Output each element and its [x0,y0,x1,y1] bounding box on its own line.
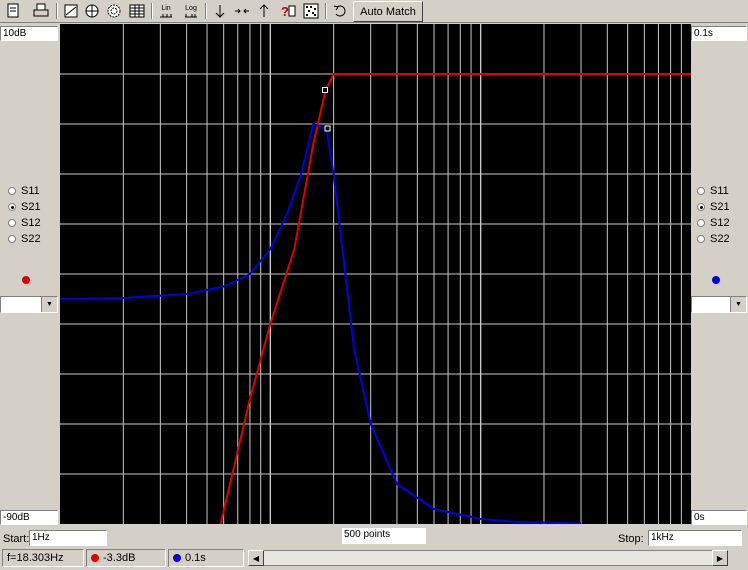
left-radio-s11-label: S11 [21,185,40,197]
right-radio-s22[interactable]: S22 [697,232,730,246]
status-delay: 0.1s [168,549,244,567]
arrow-down-icon[interactable] [211,2,229,20]
print-icon[interactable] [32,2,50,20]
right-radio-s12[interactable]: S12 [697,216,730,230]
log-label: Log [185,4,197,12]
magnitude-dot [91,554,99,562]
start-frequency-field[interactable]: 1Hz [29,530,107,546]
log-scale-icon[interactable]: Log [182,2,200,20]
left-axis-min-field[interactable]: -90dB [0,510,58,525]
linear-scale-icon[interactable]: Lin [157,2,175,20]
right-radio-s22-label: S22 [710,233,730,245]
undo-icon[interactable] [331,2,349,20]
noise-icon[interactable] [302,2,320,20]
right-radio-s11-label: S11 [710,185,729,197]
delay-dot [173,554,181,562]
marker-1[interactable] [322,87,329,93]
help-icon[interactable]: ? [279,2,297,20]
horizontal-scrollbar[interactable]: ◀ ▶ [248,550,728,566]
stop-frequency-field[interactable]: 1kHz [648,530,742,546]
svg-text:?: ? [281,4,289,19]
compress-icon[interactable] [233,2,251,20]
print-preview-icon[interactable] [4,2,22,20]
right-axis-max-field[interactable]: 0.1s [691,26,747,41]
scroll-left-icon[interactable]: ◀ [248,550,264,566]
points-field[interactable]: 500 points [342,528,426,544]
toolbar: Lin Log ? Auto Match [0,0,748,23]
right-axis-min-field[interactable]: 0s [691,510,747,525]
scroll-right-icon[interactable]: ▶ [712,550,728,566]
status-magnitude: -3.3dB [86,549,166,567]
lin-label: Lin [161,4,171,12]
chevron-down-icon[interactable]: ▼ [41,297,57,312]
chevron-down-icon[interactable]: ▼ [730,297,746,312]
left-radio-s21[interactable]: S21 [8,200,41,214]
left-radio-s12[interactable]: S12 [8,216,41,230]
status-magnitude-value: -3.3dB [103,552,136,564]
start-label: Start: [3,533,30,545]
status-frequency: f=18.303Hz [2,549,84,567]
left-axis-max-field[interactable]: 10dB [0,26,58,41]
smith-chart-icon[interactable] [62,2,80,20]
frequency-bar: Start: 1Hz 500 points Stop: 1kHz [0,528,748,548]
table-icon[interactable] [128,2,146,20]
auto-match-button[interactable]: Auto Match [353,1,423,22]
left-trace-color-dot [22,276,30,284]
status-delay-value: 0.1s [185,552,206,564]
arrow-up-icon[interactable] [255,2,273,20]
left-radio-s22[interactable]: S22 [8,232,41,246]
polar-chart-icon[interactable] [83,2,101,20]
left-radio-s21-label: S21 [21,201,41,213]
left-radio-s22-label: S22 [21,233,41,245]
right-radio-s11[interactable]: S11 [697,184,729,198]
response-chart[interactable] [59,24,691,525]
plot-area[interactable] [59,24,691,525]
right-trace-color-dot [712,276,720,284]
right-radio-s21[interactable]: S21 [697,200,730,214]
right-panel: 0.1s S11 S21 S12 S22 ▼ 0s [691,24,748,526]
polar-grid-icon[interactable] [105,2,123,20]
stop-label: Stop: [618,533,644,545]
right-trace-combo[interactable]: ▼ [691,296,747,313]
left-radio-s11[interactable]: S11 [8,184,40,198]
right-radio-s12-label: S12 [710,217,730,229]
left-trace-combo[interactable]: ▼ [0,296,58,313]
right-radio-s21-label: S21 [710,201,730,213]
magnitude-trace [219,73,691,525]
left-panel: 10dB S11 S21 S12 S22 ▼ -90dB [0,24,59,526]
marker-2[interactable] [324,125,331,132]
left-radio-s12-label: S12 [21,217,41,229]
